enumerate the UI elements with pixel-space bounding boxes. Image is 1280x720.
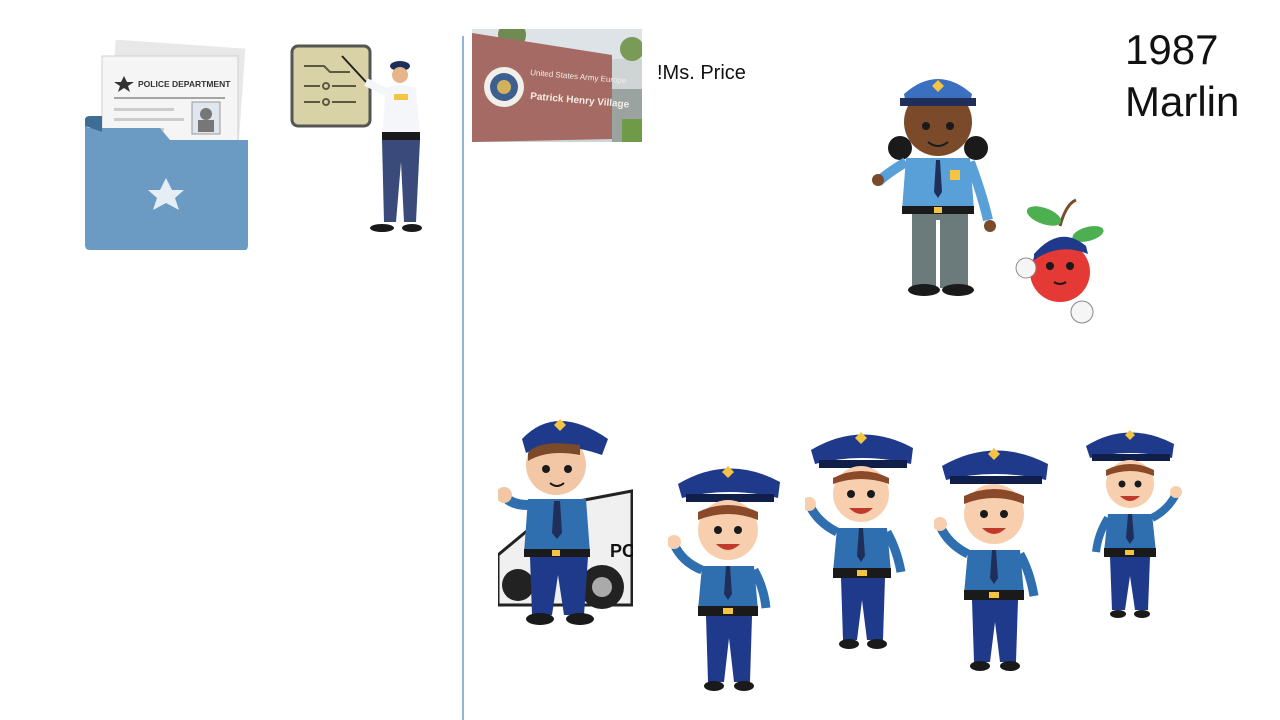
car-door-text: PO [610, 541, 633, 561]
kid-officer-icon [934, 440, 1052, 672]
slide-title: 1987 Marlin [1125, 24, 1239, 128]
folder-doc-heading: POLICE DEPARTMENT [138, 79, 231, 89]
kid-officer-icon [805, 424, 915, 650]
title-line-year: 1987 [1125, 26, 1219, 73]
caption-text: !Ms. Price [657, 62, 746, 84]
title-line-name: Marlin [1125, 78, 1240, 125]
kid-officer-icon [668, 458, 783, 693]
policewoman-icon [870, 70, 1000, 300]
apple-officer-icon [1010, 196, 1110, 326]
army-sign-photo: United States Army Europe Patrick Henry … [472, 29, 642, 142]
boy-officer-with-car-icon: PO [498, 405, 633, 635]
vertical-divider [462, 36, 464, 720]
kid-officer-icon [1082, 424, 1182, 620]
officer-presenting-icon [290, 42, 430, 237]
police-folder-icon: POLICE DEPARTMENT [80, 40, 255, 255]
